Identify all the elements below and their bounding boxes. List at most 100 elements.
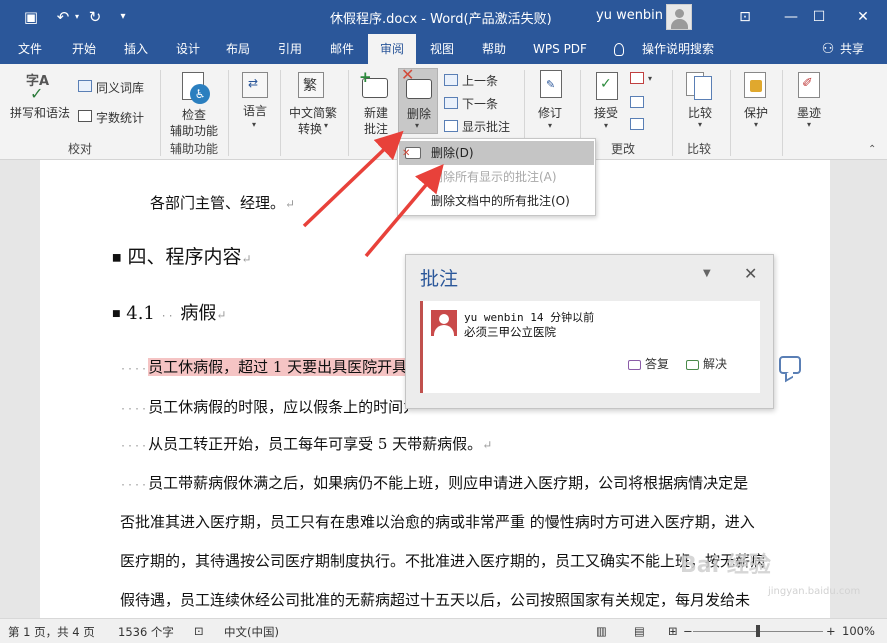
ribbon-separator: [280, 70, 281, 156]
close-button[interactable]: ✕: [840, 0, 886, 34]
tab-mailings[interactable]: 邮件: [320, 34, 364, 64]
zoom-in-button[interactable]: +: [826, 624, 836, 638]
compare-label: 比较: [688, 106, 713, 120]
zoom-out-button[interactable]: −: [683, 624, 693, 638]
language-glyph: ⇄: [248, 76, 259, 90]
space-dots: ····: [120, 480, 149, 491]
new-comment-label-1: 新建: [364, 106, 389, 120]
convert-dropdown-icon: ▾: [324, 121, 329, 130]
tab-design[interactable]: 设计: [166, 34, 210, 64]
language-dropdown-icon: ▾: [252, 120, 257, 129]
tell-me-search[interactable]: 操作说明搜索: [636, 34, 720, 64]
web-layout-icon[interactable]: ⊞: [668, 624, 678, 638]
protect-label: 保护: [744, 106, 769, 120]
accessibility-person-icon: ♿: [190, 84, 210, 104]
margin-comment-icon[interactable]: [779, 356, 801, 374]
tab-review[interactable]: 审阅: [368, 34, 416, 64]
traditional-glyph: 繁: [303, 78, 317, 94]
pencil-icon: ✎: [546, 78, 556, 91]
delete-comment-button[interactable]: ✕ 删除 ▾: [398, 65, 438, 134]
red-x-icon: ✕: [401, 65, 415, 84]
save-icon[interactable]: ▣: [20, 6, 42, 28]
ribbon-display-options-icon[interactable]: ⊡: [722, 0, 768, 34]
ribbon-separator: [228, 70, 229, 156]
proofing-status-icon[interactable]: ⊡: [194, 624, 204, 638]
tab-file[interactable]: 文件: [8, 34, 52, 64]
redo-icon[interactable]: ↻: [84, 6, 106, 28]
heading-program-content: ■ 四、程序内容↵: [112, 242, 252, 269]
doc-paragraph-2: ····员工休病假的时限，应以假条上的时间为准，超不能超年假规定。: [120, 396, 408, 417]
show-comments-icon: [444, 120, 458, 132]
menu-item-delete-all[interactable]: 删除文档中的所有批注(O): [399, 189, 594, 213]
ribbon-separator: [160, 70, 161, 156]
track-label: 修订: [538, 106, 563, 120]
word-count-label: 字数统计: [96, 111, 145, 125]
track-dropdown-icon: ▾: [548, 121, 553, 130]
doc-paragraph-6: 医疗期的，其待遇按公司医疗期制度执行。不批准进入医疗期的，员工又确实不能上班，按…: [120, 552, 766, 570]
undo-dropdown-icon[interactable]: ▾: [72, 6, 82, 28]
ribbon-separator: [672, 70, 673, 156]
collapse-ribbon-icon[interactable]: ⌃: [868, 144, 876, 155]
comment-pane-title: 批注: [420, 268, 459, 290]
share-person-icon[interactable]: ⚇: [818, 34, 838, 64]
reject-dropdown-icon: ▾: [648, 74, 653, 83]
tab-insert[interactable]: 插入: [114, 34, 158, 64]
heading-number: 4.1: [126, 303, 155, 324]
ink-dropdown-icon: ▾: [807, 120, 812, 129]
avatar-head: [675, 9, 684, 18]
delete-dropdown-menu: ✕ 删除(D) 删除所有显示的批注(A) 删除文档中的所有批注(O): [397, 138, 596, 216]
resolve-icon: [686, 359, 699, 370]
menu-item-delete[interactable]: ✕ 删除(D): [399, 141, 594, 165]
tab-wps-pdf[interactable]: WPS PDF: [526, 34, 594, 64]
doc-paragraph-3: ····从员工转正开始，员工每年可享受 5 天带薪病假。↵: [120, 433, 492, 454]
share-button[interactable]: 共享: [836, 34, 868, 64]
reply-button[interactable]: 答复: [628, 355, 669, 372]
lock-icon: [750, 80, 762, 92]
comment-text[interactable]: 必须三甲公立医院: [464, 324, 556, 340]
zoom-slider-thumb[interactable]: [756, 625, 760, 637]
convert-label-1: 中文简繁: [289, 106, 338, 120]
user-name[interactable]: yu wenbin: [596, 8, 663, 23]
doc-paragraph-1: ····员工休病假，超过 1 天要出具医院开具的: [120, 356, 423, 377]
restore-button[interactable]: ☐: [796, 0, 842, 34]
reply-icon: [628, 359, 641, 370]
word-count[interactable]: 1536 个字: [118, 624, 174, 640]
accept-check-icon: ✓: [600, 76, 612, 92]
pane-options-dropdown-icon[interactable]: ▼: [703, 268, 711, 279]
language-label: 语言: [243, 104, 268, 118]
tab-layout[interactable]: 布局: [216, 34, 260, 64]
new-comment-label-2: 批注: [364, 122, 389, 136]
print-layout-icon[interactable]: ▤: [634, 624, 645, 638]
tab-references[interactable]: 引用: [268, 34, 312, 64]
comment-author-avatar: [431, 310, 457, 336]
avatar-body: [671, 19, 688, 29]
convert-label-2: 转换: [298, 122, 323, 136]
status-bar: 第 1 页，共 4 页 1536 个字 ⊡ 中文(中国) ▥ ▤ ⊞ − + 1…: [0, 618, 887, 643]
resolve-label: 解决: [703, 357, 728, 371]
pane-close-icon[interactable]: ✕: [744, 264, 757, 283]
doc-text: 各部门主管、经理。: [150, 194, 286, 212]
tab-view[interactable]: 视图: [420, 34, 464, 64]
comment-card[interactable]: yu wenbin 14 分钟以前 必须三甲公立医院 答复 解决: [420, 301, 760, 393]
tab-home[interactable]: 开始: [62, 34, 106, 64]
zoom-level[interactable]: 100%: [842, 624, 875, 638]
doc-text: 员工休病假的时限，应以假条上的时间为准，超不能超年假规定。: [148, 398, 408, 416]
doc-text: 员工带薪病假休满之后，如果病仍不能上班，则应申请进入医疗期，公司将根据病情决定是: [148, 474, 749, 492]
comment-color-bar: [420, 301, 423, 393]
previous-comment-icon: [444, 74, 458, 86]
language-status[interactable]: 中文(中国): [224, 624, 279, 640]
undo-icon[interactable]: ↶: [52, 6, 74, 28]
resolve-button[interactable]: 解决: [686, 355, 727, 372]
doc-text: 从员工转正开始，员工每年可享受 5 天带薪病假。: [148, 435, 483, 453]
tab-help[interactable]: 帮助: [472, 34, 516, 64]
customize-quick-access-icon[interactable]: ▾: [112, 6, 134, 28]
next-label: 下一条: [462, 97, 499, 111]
page-count[interactable]: 第 1 页，共 4 页: [8, 624, 95, 640]
menu-item-delete-shown[interactable]: 删除所有显示的批注(A): [399, 165, 594, 189]
comment-author: yu wenbin: [464, 311, 524, 324]
user-avatar[interactable]: [666, 4, 692, 30]
ink-pen-icon: ✐: [802, 76, 813, 91]
commented-text[interactable]: 员工休病假，超过 1 天要出具医院开具的: [148, 358, 423, 376]
comment-time: 14 分钟以前: [530, 311, 595, 324]
read-mode-icon[interactable]: ▥: [596, 624, 607, 638]
